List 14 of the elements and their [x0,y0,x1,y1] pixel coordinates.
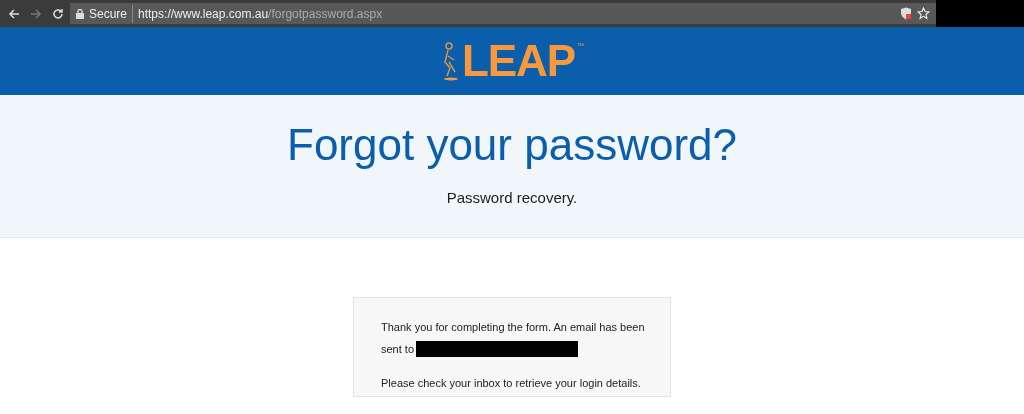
back-icon[interactable] [8,7,20,20]
reload-icon[interactable] [52,7,64,20]
lock-icon [76,8,84,19]
star-icon[interactable] [917,7,930,20]
security-label: Secure [89,4,134,23]
message-text: Thank you for completing the form. An email has been [381,320,643,335]
url-text: https://www.leap.com.au/forgotpassword.aspx [138,5,383,23]
shield-icon[interactable] [900,7,912,20]
forward-icon[interactable] [30,7,42,20]
message-text: Please check your inbox to retrieve your login details. [381,376,642,391]
message-text: sent to [381,342,415,357]
address-bar[interactable]: Secure https://www.leap.com.au/forgotpassword.aspx [70,3,936,24]
page-title: Forgot your password? [287,119,737,171]
page-subtitle: Password recovery. [446,188,578,208]
